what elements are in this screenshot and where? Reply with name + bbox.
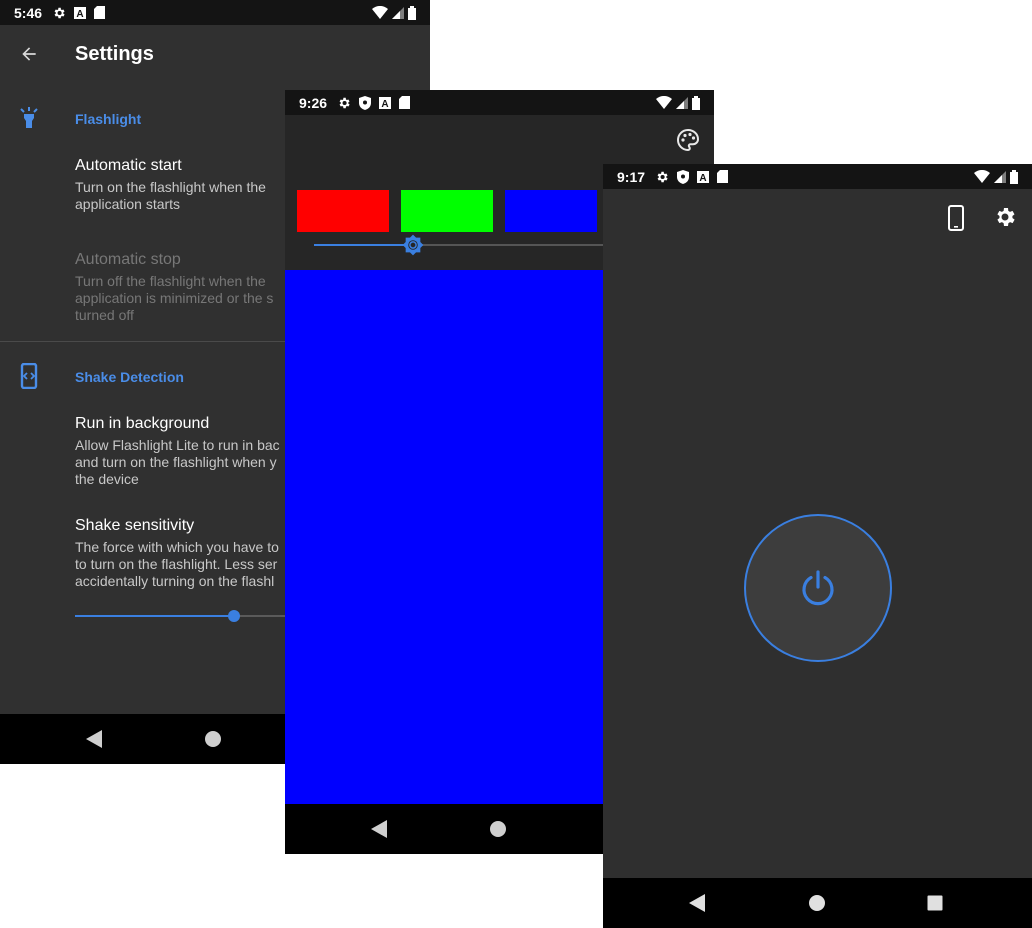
color-swatch-red[interactable] — [297, 190, 389, 232]
palette-icon[interactable] — [676, 128, 700, 152]
pref-title: Shake sensitivity — [75, 517, 195, 534]
font-notification-icon: A — [74, 6, 87, 19]
status-bar: 5:46 A — [0, 0, 430, 25]
color-swatch-green[interactable] — [401, 190, 493, 232]
battery-icon — [692, 95, 700, 110]
wifi-icon — [372, 6, 388, 19]
cell-signal-icon — [392, 6, 404, 19]
status-time: 9:26 — [299, 94, 328, 111]
status-time: 9:17 — [617, 168, 646, 185]
pref-title: Run in background — [75, 415, 210, 432]
category-flashlight: Flashlight — [75, 111, 142, 127]
navigation-bar — [603, 878, 1032, 928]
sensitivity-slider[interactable] — [75, 606, 290, 626]
font-notification-icon: A — [697, 170, 710, 183]
battery-icon — [408, 5, 416, 20]
svg-text:A: A — [381, 99, 388, 109]
cell-signal-icon — [676, 96, 688, 109]
gear-icon[interactable] — [993, 205, 1017, 229]
main-screen: 9:17 A — [603, 164, 1032, 928]
category-shake-detection: Shake Detection — [75, 369, 184, 385]
color-swatch-blue[interactable] — [505, 190, 597, 232]
flashlight-icon — [20, 107, 38, 128]
sd-card-icon — [94, 6, 106, 19]
pref-summary: Allow Flashlight Lite to run in bac and … — [75, 437, 280, 487]
pref-summary: Turn on the flashlight when the applicat… — [75, 179, 266, 212]
pref-summary: The force with which you have to to turn… — [75, 539, 279, 589]
settings-notification-icon — [54, 7, 65, 18]
slider-fill — [75, 615, 235, 617]
settings-notification-icon — [339, 97, 350, 108]
pref-title: Automatic start — [75, 157, 182, 174]
power-icon — [802, 570, 834, 606]
power-button[interactable] — [744, 514, 892, 662]
pref-title: Automatic stop — [75, 251, 181, 268]
shake-phone-icon — [20, 363, 38, 389]
nav-back-icon[interactable] — [371, 820, 387, 838]
nav-back-icon[interactable] — [86, 730, 102, 748]
sd-card-icon — [717, 170, 729, 183]
nav-back-icon[interactable] — [689, 894, 705, 912]
pref-summary: Turn off the flashlight when the applica… — [75, 273, 274, 323]
brightness-slider[interactable] — [314, 234, 604, 256]
nav-home-icon[interactable] — [205, 731, 221, 747]
battery-icon — [1010, 169, 1018, 184]
shield-icon — [359, 95, 372, 110]
slider-thumb[interactable] — [228, 610, 241, 622]
nav-recents-icon[interactable] — [927, 895, 943, 911]
cell-signal-icon — [994, 170, 1006, 183]
page-title: Settings — [75, 43, 154, 65]
settings-notification-icon — [657, 171, 668, 182]
settings-toolbar — [0, 25, 430, 83]
shield-icon — [677, 169, 690, 184]
phone-icon[interactable] — [946, 205, 966, 231]
back-arrow-icon[interactable] — [19, 44, 39, 64]
sd-card-icon — [399, 96, 411, 109]
brightness-icon[interactable] — [402, 234, 424, 256]
wifi-icon — [974, 170, 990, 183]
slider-fill — [314, 244, 413, 246]
nav-home-icon[interactable] — [490, 821, 506, 837]
font-notification-icon: A — [379, 96, 392, 109]
status-time: 5:46 — [14, 4, 43, 21]
status-bar: 9:26 A — [285, 90, 714, 115]
svg-text:A: A — [699, 173, 706, 183]
wifi-icon — [656, 96, 672, 109]
nav-home-icon[interactable] — [809, 895, 825, 911]
status-bar: 9:17 A — [603, 164, 1032, 189]
svg-text:A: A — [76, 9, 83, 19]
